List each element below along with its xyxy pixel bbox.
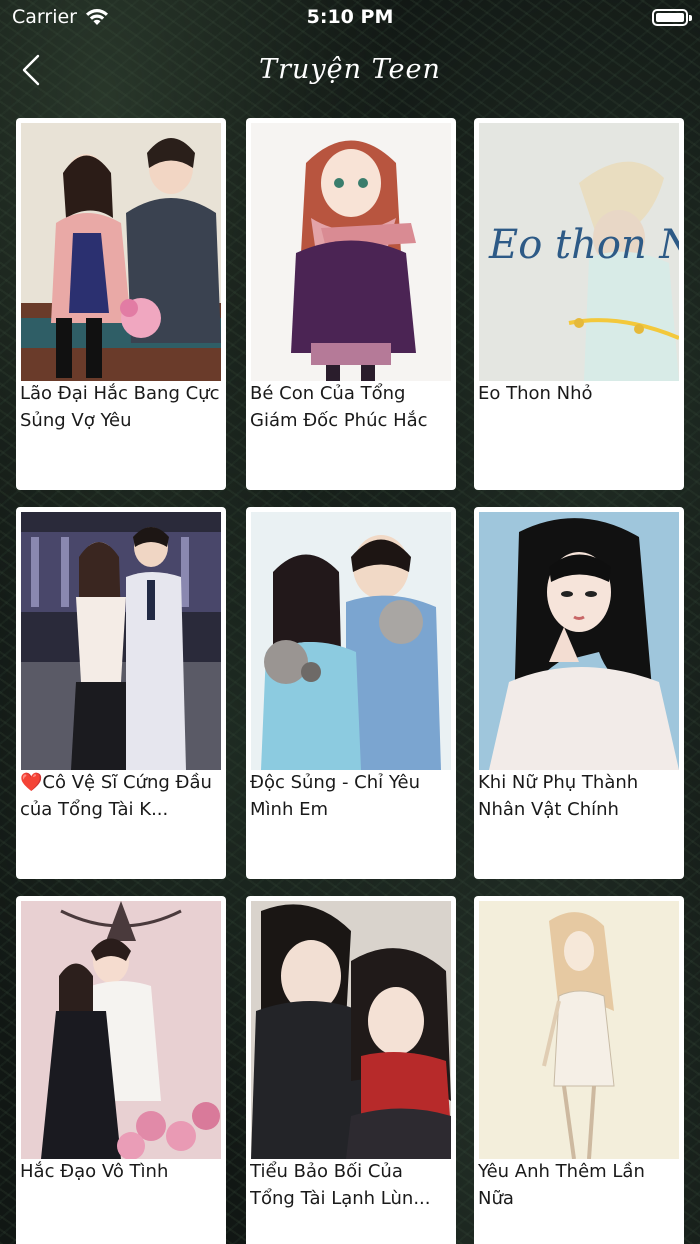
- story-card[interactable]: Độc Sủng - Chỉ Yêu Mình Em: [246, 507, 456, 879]
- navigation-bar: Truyện Teen: [0, 40, 700, 106]
- story-card[interactable]: ❤️Cô Vệ Sĩ Cứng Đầu của Tổng Tài K...: [16, 507, 226, 879]
- battery-icon: [652, 9, 692, 26]
- story-cover-image: [479, 512, 679, 770]
- story-cover-image: [251, 512, 451, 770]
- story-title: Khi Nữ Phụ Thành Nhân Vật Chính: [478, 772, 639, 820]
- story-cover-image: [21, 901, 221, 1159]
- story-cover-image: [479, 901, 679, 1159]
- story-title: Eo Thon Nhỏ: [478, 383, 593, 404]
- story-title: Độc Sủng - Chỉ Yêu Mình Em: [250, 772, 420, 820]
- story-cover-image: [251, 901, 451, 1159]
- story-card[interactable]: Eo thon Nhỏ Eo Thon Nhỏ: [474, 118, 684, 490]
- story-cover-image: [21, 123, 221, 381]
- page-title: Truyện Teen: [259, 54, 441, 85]
- story-title: Lão Đại Hắc Bang Cực Sủng Vợ Yêu: [20, 383, 220, 431]
- story-title: Bé Con Của Tổng Giám Đốc Phúc Hắc: [250, 383, 428, 431]
- story-card[interactable]: Yêu Anh Thêm Lần Nữa: [474, 896, 684, 1244]
- clock: 5:10 PM: [306, 6, 394, 28]
- story-card[interactable]: Bé Con Của Tổng Giám Đốc Phúc Hắc: [246, 118, 456, 490]
- story-card[interactable]: Lão Đại Hắc Bang Cực Sủng Vợ Yêu: [16, 118, 226, 490]
- story-title: Hắc Đạo Vô Tình: [20, 1161, 169, 1182]
- story-card[interactable]: Khi Nữ Phụ Thành Nhân Vật Chính: [474, 507, 684, 879]
- status-bar: Carrier 5:10 PM: [0, 0, 700, 40]
- cover-text: Eo thon Nhỏ: [488, 222, 679, 268]
- story-title: Tiểu Bảo Bối Của Tổng Tài Lạnh Lùn...: [250, 1161, 431, 1209]
- story-card[interactable]: Tiểu Bảo Bối Của Tổng Tài Lạnh Lùn...: [246, 896, 456, 1244]
- story-title: ❤️Cô Vệ Sĩ Cứng Đầu của Tổng Tài K...: [20, 772, 212, 820]
- story-title: Yêu Anh Thêm Lần Nữa: [478, 1161, 645, 1209]
- story-cover-image: [21, 512, 221, 770]
- story-cover-image: Eo thon Nhỏ: [479, 123, 679, 381]
- story-cover-image: [251, 123, 451, 381]
- story-card[interactable]: Hắc Đạo Vô Tình: [16, 896, 226, 1244]
